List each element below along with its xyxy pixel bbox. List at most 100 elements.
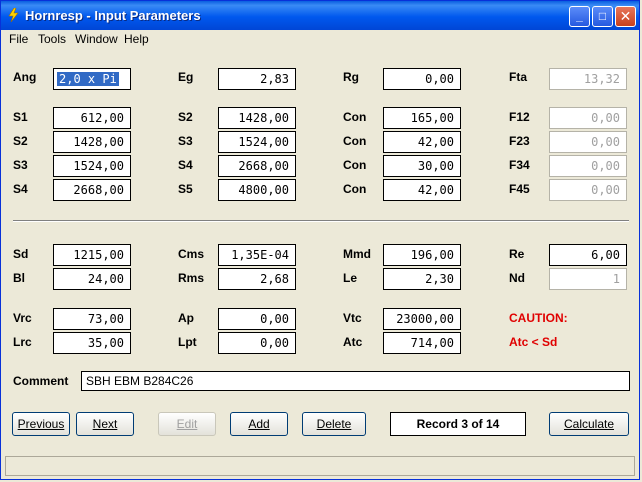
con-label: Con <box>343 158 367 172</box>
f45-label: F45 <box>509 182 530 196</box>
re-label: Re <box>509 247 525 261</box>
calculate-button-label: Calculate <box>563 417 615 431</box>
menu-window[interactable]: Window <box>75 32 118 46</box>
s1-field[interactable]: 612,00 <box>53 107 131 129</box>
f23-field: 0,00 <box>549 131 627 153</box>
cms-label: Cms <box>178 247 205 261</box>
delete-button-label: Delete <box>316 417 352 431</box>
comment-field[interactable]: SBH EBM B284C26 <box>81 371 630 391</box>
cms-field[interactable]: 1,35E-04 <box>218 244 296 266</box>
s3-label: S3 <box>13 158 28 172</box>
fta-label: Fta <box>509 70 527 84</box>
sd-field[interactable]: 1215,00 <box>53 244 131 266</box>
s4-label: S4 <box>178 158 193 172</box>
mmd-label: Mmd <box>343 247 371 261</box>
f12-field: 0,00 <box>549 107 627 129</box>
f34-field: 0,00 <box>549 155 627 177</box>
add-button[interactable]: Add <box>230 412 288 436</box>
caution-message: Atc < Sd <box>509 335 558 349</box>
previous-button[interactable]: Previous <box>12 412 70 436</box>
s3-field[interactable]: 1524,00 <box>53 155 131 177</box>
con1-field[interactable]: 165,00 <box>383 107 461 129</box>
record-indicator: Record 3 of 14 <box>390 412 526 436</box>
edit-button: Edit <box>158 412 216 436</box>
eg-field[interactable]: 2,83 <box>218 68 296 90</box>
vrc-label: Vrc <box>13 311 32 325</box>
rms-label: Rms <box>178 271 205 285</box>
s3-field-col2[interactable]: 1524,00 <box>218 131 296 153</box>
s4-field[interactable]: 2668,00 <box>53 179 131 201</box>
comment-label: Comment <box>13 374 69 388</box>
ang-label: Ang <box>13 70 37 84</box>
rg-field[interactable]: 0,00 <box>383 68 461 90</box>
vtc-field[interactable]: 23000,00 <box>383 308 461 330</box>
lpt-field[interactable]: 0,00 <box>218 332 296 354</box>
ap-label: Ap <box>178 311 194 325</box>
bl-label: Bl <box>13 271 25 285</box>
menu-file[interactable]: File <box>9 32 28 46</box>
maximize-button[interactable]: □ <box>592 6 613 27</box>
lrc-field[interactable]: 35,00 <box>53 332 131 354</box>
section-divider <box>13 220 629 222</box>
s1-label: S1 <box>13 110 28 124</box>
s4-field-col2[interactable]: 2668,00 <box>218 155 296 177</box>
delete-button[interactable]: Delete <box>302 412 366 436</box>
s5-label: S5 <box>178 182 193 196</box>
con-label: Con <box>343 110 367 124</box>
fta-field: 13,32 <box>549 68 627 90</box>
menu-tools[interactable]: Tools <box>38 32 66 46</box>
lightning-icon <box>8 8 19 22</box>
ang-value: 2,0 x Pi <box>57 72 119 86</box>
s3-label: S3 <box>178 134 193 148</box>
minimize-button[interactable]: _ <box>569 6 590 27</box>
edit-button-label: Edit <box>176 417 198 431</box>
le-field[interactable]: 2,30 <box>383 268 461 290</box>
con-label: Con <box>343 134 367 148</box>
f34-label: F34 <box>509 158 530 172</box>
bl-field[interactable]: 24,00 <box>53 268 131 290</box>
f12-label: F12 <box>509 110 530 124</box>
s2-label: S2 <box>178 110 193 124</box>
sd-label: Sd <box>13 247 29 261</box>
window-title: Hornresp - Input Parameters <box>25 8 201 23</box>
lrc-label: Lrc <box>13 335 32 349</box>
calculate-button[interactable]: Calculate <box>549 412 629 436</box>
ang-field[interactable]: 2,0 x Pi <box>53 68 131 90</box>
status-bar <box>5 456 635 476</box>
con4-field[interactable]: 42,00 <box>383 179 461 201</box>
con-label: Con <box>343 182 367 196</box>
s4-label: S4 <box>13 182 28 196</box>
f23-label: F23 <box>509 134 530 148</box>
vrc-field[interactable]: 73,00 <box>53 308 131 330</box>
ap-field[interactable]: 0,00 <box>218 308 296 330</box>
rms-field[interactable]: 2,68 <box>218 268 296 290</box>
next-button-label: Next <box>92 417 118 431</box>
add-button-label: Add <box>248 417 270 431</box>
close-button[interactable]: ✕ <box>615 6 636 27</box>
menu-bar: File Tools Window Help <box>1 30 639 49</box>
caution-title: CAUTION: <box>509 311 568 325</box>
nd-label: Nd <box>509 271 525 285</box>
s2-field-col2[interactable]: 1428,00 <box>218 107 296 129</box>
le-label: Le <box>343 271 358 285</box>
con3-field[interactable]: 30,00 <box>383 155 461 177</box>
re-field[interactable]: 6,00 <box>549 244 627 266</box>
f45-field: 0,00 <box>549 179 627 201</box>
next-button[interactable]: Next <box>76 412 134 436</box>
app-window: Hornresp - Input Parameters _ □ ✕ File T… <box>0 0 640 480</box>
eg-label: Eg <box>178 70 194 84</box>
previous-button-label: Previous <box>17 417 65 431</box>
s5-field[interactable]: 4800,00 <box>218 179 296 201</box>
s2-field[interactable]: 1428,00 <box>53 131 131 153</box>
title-bar[interactable]: Hornresp - Input Parameters _ □ ✕ <box>1 1 639 30</box>
menu-help[interactable]: Help <box>124 32 149 46</box>
s2-label: S2 <box>13 134 28 148</box>
lpt-label: Lpt <box>178 335 197 349</box>
atc-label: Atc <box>343 335 363 349</box>
con2-field[interactable]: 42,00 <box>383 131 461 153</box>
vtc-label: Vtc <box>343 311 362 325</box>
nd-field: 1 <box>549 268 627 290</box>
atc-field[interactable]: 714,00 <box>383 332 461 354</box>
mmd-field[interactable]: 196,00 <box>383 244 461 266</box>
rg-label: Rg <box>343 70 359 84</box>
